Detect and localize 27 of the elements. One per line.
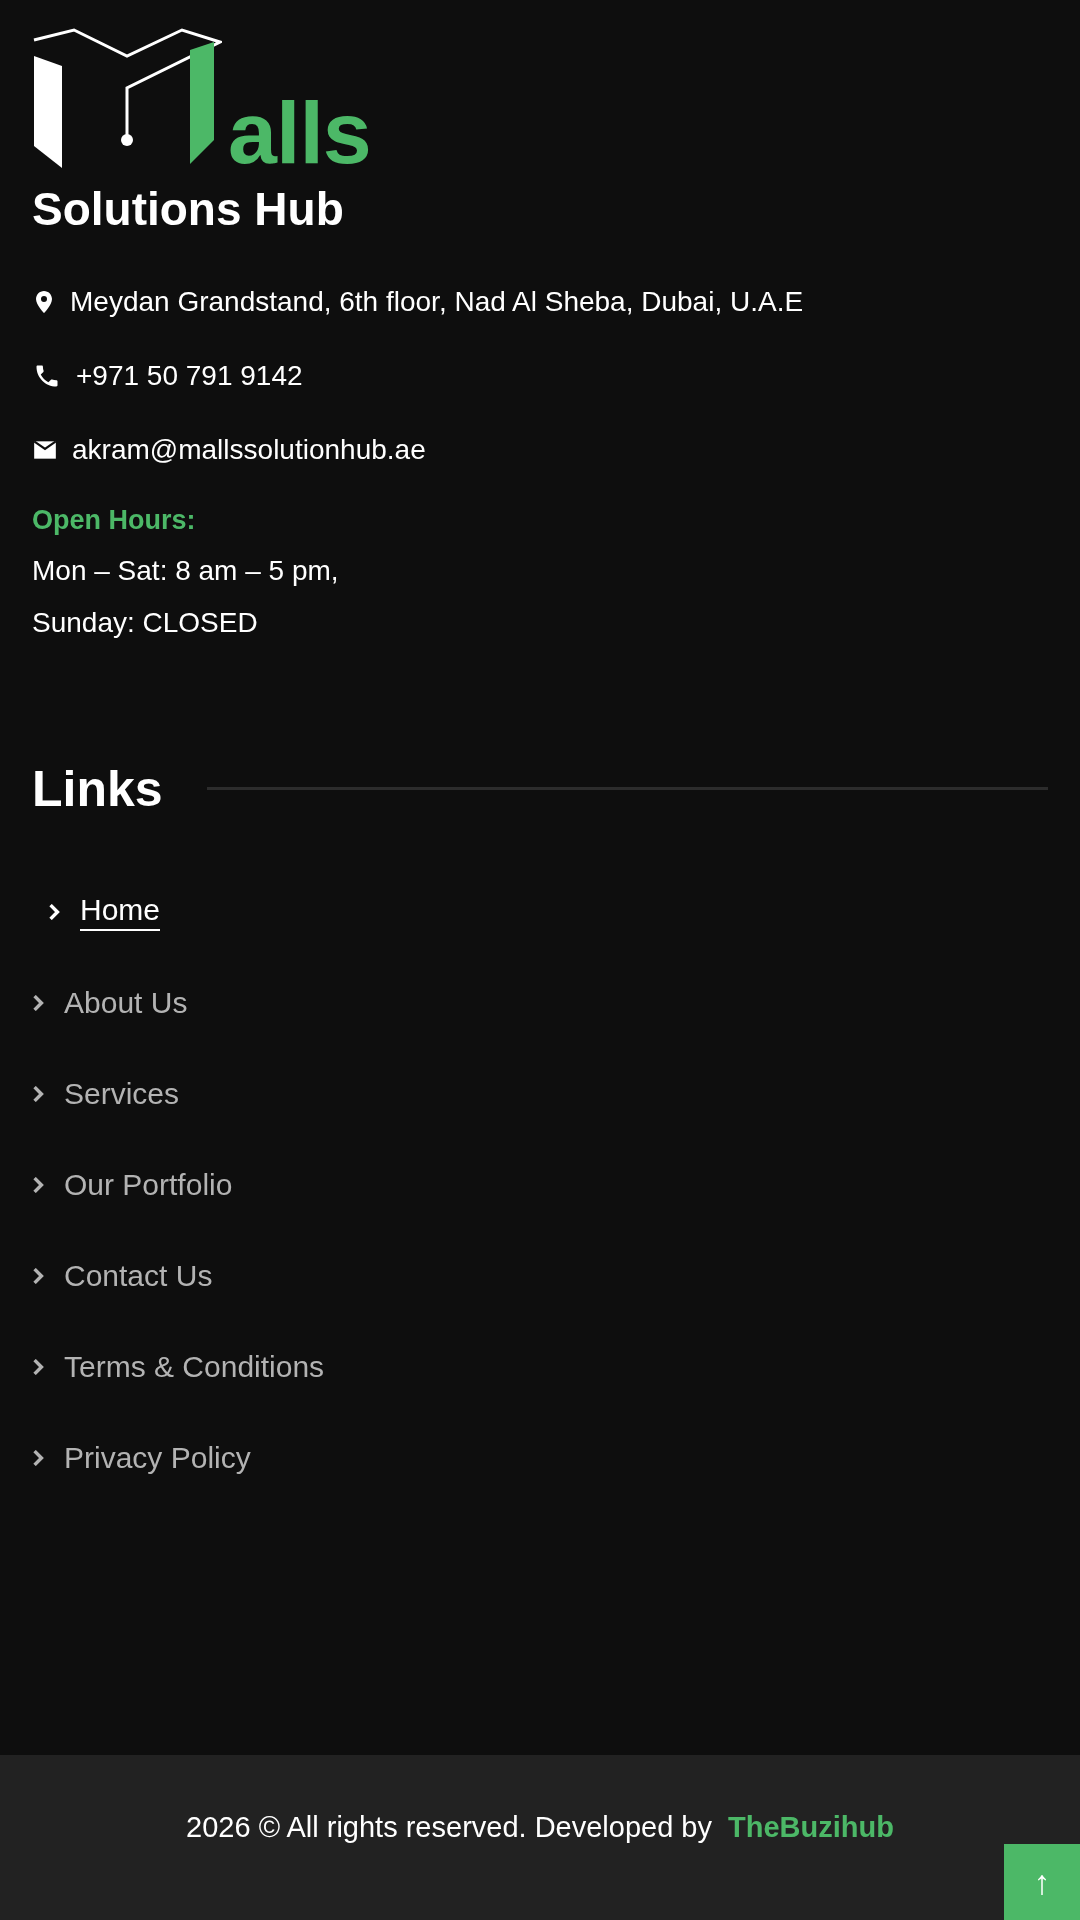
contact-text: akram@mallssolutionhub.ae [72, 433, 426, 466]
chevron-icon [32, 1085, 44, 1102]
mail-icon [32, 438, 58, 461]
chevron-icon [32, 1358, 44, 1375]
logo-word: alls [228, 97, 371, 168]
logo-subtitle: Solutions Hub [32, 184, 345, 235]
links-heading: Links [32, 759, 163, 818]
chevron-icon [32, 1176, 44, 1193]
footer-link[interactable]: Services [64, 1076, 180, 1111]
footer-link[interactable]: Home [80, 892, 161, 931]
contact-text: Meydan Grandstand, 6th floor, Nad Al Sheba, Dubai, U.A.E [70, 285, 804, 318]
logo-mark-icon [32, 28, 222, 168]
chevron-icon [32, 994, 44, 1011]
contact-text: +971 50 791 9142 [76, 359, 303, 392]
footer-link[interactable]: Our Portfolio [64, 1167, 233, 1202]
chevron-icon [32, 1449, 44, 1466]
footer-link[interactable]: Contact Us [64, 1258, 213, 1293]
footer-link[interactable]: About Us [64, 985, 188, 1020]
copyright-text: 2026 © All rights reserved. Developed by [186, 1811, 712, 1844]
chevron-icon [32, 1267, 44, 1284]
developer-link[interactable]: TheBuzihub [728, 1811, 894, 1844]
hours-text: Mon – Sat: 8 am – 5 pm, [32, 553, 340, 588]
footer-link[interactable]: Privacy Policy [64, 1440, 251, 1475]
chevron-icon [48, 903, 60, 920]
hours-title: Open Hours: [32, 504, 197, 536]
footer-link[interactable]: Terms & Conditions [64, 1349, 325, 1384]
hours-text: Sunday: CLOSED [32, 605, 259, 640]
